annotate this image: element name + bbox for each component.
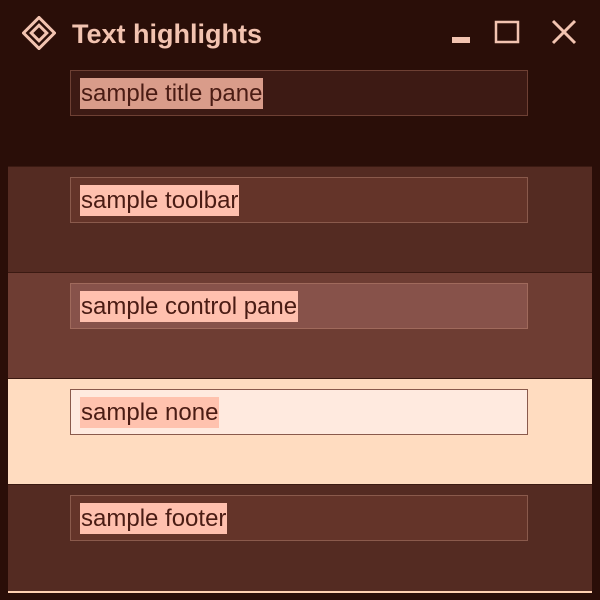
none-sample-text: sample none	[80, 397, 220, 428]
maximize-button[interactable]	[493, 18, 523, 48]
none-sample-field[interactable]: sample none	[70, 389, 528, 435]
control-pane-section: sample control pane	[8, 272, 592, 379]
footer-sample-field[interactable]: sample footer	[70, 495, 528, 541]
none-section: sample none	[8, 378, 592, 485]
text-highlights-window: Text highlights sample title pane sample…	[0, 0, 600, 600]
title-pane-sample-text: sample title pane	[80, 78, 264, 109]
title-bar[interactable]: Text highlights	[0, 0, 600, 66]
minimize-icon	[452, 37, 470, 43]
diamond-app-icon	[21, 15, 57, 51]
control-pane-sample-text: sample control pane	[80, 291, 299, 322]
title-pane-sample-field[interactable]: sample title pane	[70, 70, 528, 116]
title-pane-section: sample title pane	[0, 60, 600, 166]
control-pane-sample-field[interactable]: sample control pane	[70, 283, 528, 329]
footer-section: sample footer	[8, 484, 592, 593]
maximize-icon	[494, 20, 520, 44]
toolbar-sample-text: sample toolbar	[80, 185, 240, 216]
toolbar-sample-field[interactable]: sample toolbar	[70, 177, 528, 223]
close-button[interactable]	[549, 18, 579, 48]
footer-sample-text: sample footer	[80, 503, 228, 534]
toolbar-section: sample toolbar	[8, 166, 592, 273]
minimize-button[interactable]	[447, 18, 477, 48]
close-icon	[551, 19, 577, 45]
window-title: Text highlights	[72, 19, 262, 49]
